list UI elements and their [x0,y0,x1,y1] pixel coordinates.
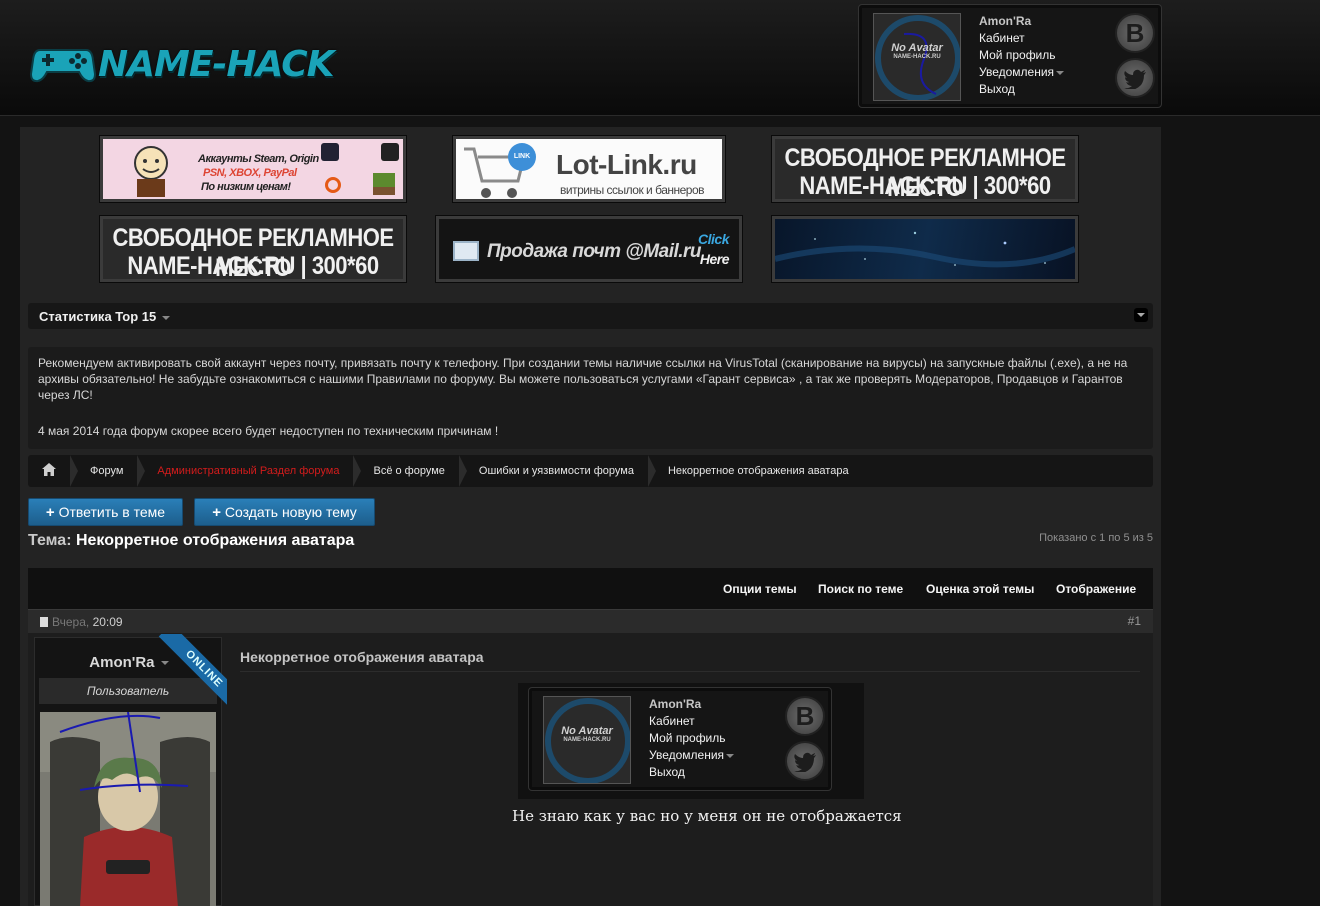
link-badge: LINK [508,143,536,171]
post-author-panel: Amon'Ra Пользователь ONLINE [34,634,227,906]
thread-title-text: Некорретное отображения аватара [75,532,355,549]
embedded-notifications: Уведомления [649,747,735,764]
chevron-down-icon [161,315,170,320]
thread-title-label: Тема: [28,532,72,549]
display-mode-menu[interactable]: Отображение [1056,582,1136,596]
thread-options-menu[interactable]: Опции темы [723,582,797,596]
embedded-logout: Выход [649,765,685,779]
ad-banner-space[interactable] [772,216,1078,282]
new-thread-button-label: Создать новую тему [224,504,357,520]
ad-accounts-line3: По низким ценам! [201,181,291,193]
ad-free-1-line2: NAME-HACK.RU | 300*60 [799,171,1051,200]
embedded-cabinet: Кабинет [649,714,695,728]
ad-banner-free-2[interactable]: СВОБОДНОЕ РЕКЛАМНОЕ МЕСТО NAME-HACK.RU |… [100,216,406,282]
post-message-text: Не знаю как у вас но у меня он не отобра… [512,807,902,825]
twitter-icon[interactable] [1115,58,1155,98]
gamepad-icon [29,44,97,84]
post-time: 20:09 [92,615,123,629]
thread-search-menu[interactable]: Поиск по теме [818,582,903,596]
online-status-badge: ONLINE [158,634,227,715]
results-count: Показано с 1 по 5 из 5 [1039,532,1153,544]
breadcrumb-current: Некорретное отображения аватара [667,465,849,477]
breadcrumb: Форум Административный Раздел форума Всё… [28,455,1153,487]
stats-top15-bar[interactable]: Статистика Top 15 [28,303,1153,329]
steam-icon [381,143,399,161]
embedded-notifications-label: Уведомления [649,748,725,762]
user-avatar[interactable]: No Avatar NAME-HACK.RU [873,13,961,101]
post-header: Вчера, 20:09 #1 [28,609,1153,633]
site-header: NAME-HACK No Avatar NAME-HACK.RU Amon'Ra … [0,0,1320,116]
post-embedded-image: No Avatar NAME-HACK.RU Amon'Ra Кабинет Мо… [518,683,864,799]
origin-icon [325,177,341,193]
ad-mail-title: Продажа почт @Mail.ru [487,241,702,262]
ad-accounts-line2: PSN, XBOX, PayPal [203,167,297,179]
vk-icon: B [785,696,825,736]
chevron-down-icon [1056,70,1065,75]
logout-link[interactable]: Выход [979,81,1064,98]
notice-paragraph-1: Рекомендуем активировать свой аккаунт че… [38,356,1128,402]
post-content: Некорретное отображения аватара No Avata… [240,649,1140,825]
ad-banner-mail[interactable]: Продажа почт @Mail.ru Click Here [436,216,742,282]
twitter-icon [785,741,825,781]
stats-title-label: Статистика Top 15 [39,309,157,324]
breadcrumb-home[interactable] [28,455,78,487]
collapse-toggle-icon[interactable] [1134,308,1148,322]
breadcrumb-about-forum[interactable]: Всё о форуме [353,455,468,487]
embedded-avatar-sub: NAME-HACK.RU [563,737,611,743]
document-icon [40,617,48,627]
post-subject: Некорретное отображения аватара [240,649,1140,672]
new-thread-button[interactable]: + Создать новую тему [194,498,375,526]
envelope-icon [453,241,479,261]
my-profile-link[interactable]: Мой профиль [979,47,1064,64]
site-logo[interactable]: NAME-HACK [29,40,335,88]
embedded-user-panel: No Avatar NAME-HACK.RU Amon'Ra Кабинет Мо… [528,687,832,791]
user-panel: No Avatar NAME-HACK.RU Amon'Ra Кабинет Мо… [858,4,1162,108]
reply-button-label: Ответить в теме [58,504,166,520]
avatar-placeholder-sub: NAME-HACK.RU [893,54,941,60]
stats-title: Статистика Top 15 [39,309,170,324]
cabinet-link[interactable]: Кабинет [979,30,1064,47]
post-body: Amon'Ra Пользователь ONLINE Некорретное … [28,633,1153,906]
ad-mail-here: Here [699,251,730,267]
thread-tools-bar: Опции темы Поиск по теме Оценка этой тем… [28,568,1153,609]
plus-icon: + [212,504,221,521]
post-author-avatar[interactable] [40,712,216,906]
playstation-icon [321,143,339,161]
notice-paragraph-2: 4 мая 2014 года форум скорее всего будет… [38,424,499,438]
embedded-profile: Мой профиль [649,731,726,745]
online-ribbon: ONLINE [143,634,227,718]
forum-notice: Рекомендуем активировать свой аккаунт че… [28,347,1153,449]
breadcrumb-admin-section[interactable]: Административный Раздел форума [137,455,362,487]
home-icon [42,463,56,479]
post-date: Вчера, 20:09 [40,615,123,629]
ad-lotlink-sub: витрины ссылок и баннеров [560,183,705,197]
username-link[interactable]: Amon'Ra [979,13,1064,30]
ad-banner-lotlink[interactable]: LINK Lot-Link.ru витрины ссылок и баннер… [453,136,725,202]
plus-icon: + [45,504,55,521]
ad-banner-accounts[interactable]: Аккаунты Steam, Origin PSN, XBOX, PayPal… [100,136,406,202]
notifications-label: Уведомления [979,65,1055,79]
minecraft-block-icon [373,173,395,195]
embedded-username: Amon'Ra [649,697,702,711]
logo-text: NAME-HACK [98,43,335,85]
ad-free-2-line2: NAME-HACK.RU | 300*60 [127,251,379,280]
breadcrumb-forum[interactable]: Форум [70,455,146,487]
post-date-relative: Вчера, [52,615,90,629]
ad-accounts-line1: Аккаунты Steam, Origin [198,153,319,165]
post-number-link[interactable]: #1 [1128,614,1141,628]
ad-lotlink-title: Lot-Link.ru [556,149,697,180]
ad-banner-free-1[interactable]: СВОБОДНОЕ РЕКЛАМНОЕ МЕСТО NAME-HACK.RU |… [772,136,1078,202]
thread-rating-menu[interactable]: Оценка этой темы [926,582,1034,596]
ad-mail-click: Click [698,231,729,247]
vk-icon[interactable]: B [1115,13,1155,53]
chevron-down-icon [726,753,735,758]
thread-title: Тема: Некорретное отображения аватара [28,532,354,550]
embedded-avatar: No Avatar NAME-HACK.RU [543,696,631,784]
main-content: Аккаунты Steam, Origin PSN, XBOX, PayPal… [20,127,1161,906]
notifications-link[interactable]: Уведомления [979,64,1065,81]
reply-button[interactable]: + Ответить в теме [28,498,183,526]
breadcrumb-bugs[interactable]: Ошибки и уязвимости форума [459,455,656,487]
